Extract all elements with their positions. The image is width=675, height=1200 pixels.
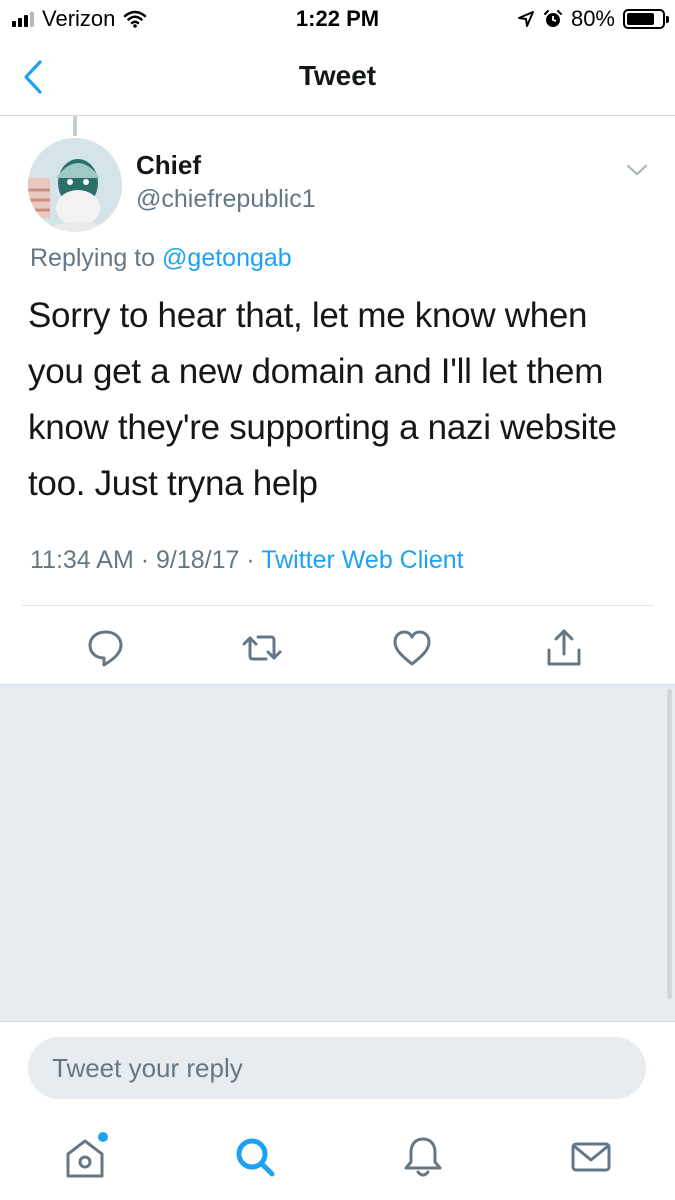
avatar[interactable] [28,138,122,232]
tweet-time: 11:34 AM [30,546,134,574]
tab-bar [0,1116,675,1200]
tweet-date: 9/18/17 [156,546,240,574]
nav-bar: Tweet [0,40,675,116]
replying-to: Replying to @getongab [30,244,292,273]
user-handle[interactable]: @chiefrepublic1 [136,185,316,214]
like-icon [393,630,431,666]
chevron-down-icon [626,164,648,176]
display-name[interactable]: Chief [136,150,201,181]
meta-separator: · [140,546,150,574]
notifications-icon [404,1137,442,1177]
tab-messages[interactable] [566,1132,616,1182]
meta-separator: · [246,546,255,574]
alarm-icon [543,10,562,27]
divider [22,605,654,606]
status-bar: Verizon 1:22 PM 80% [0,0,675,40]
tweet-client-link[interactable]: Twitter Web Client [261,546,463,574]
battery-fill [627,13,655,25]
tab-home[interactable] [60,1132,110,1182]
replies-area [0,684,675,1021]
tab-notifications[interactable] [398,1132,448,1182]
tweet-meta: 11:34 AM · 9/18/17 · Twitter Web Client [30,546,464,575]
retweet-button[interactable] [240,626,284,670]
reply-icon [88,630,123,667]
tab-search[interactable] [230,1132,280,1182]
tweet-text: Sorry to hear that, let me know when you… [28,296,617,503]
search-icon [236,1138,275,1177]
like-button[interactable] [390,626,434,670]
replying-prefix: Replying to [30,244,156,272]
location-icon [517,11,534,27]
messages-icon [571,1142,611,1172]
more-options-button[interactable] [622,158,652,182]
scrollbar[interactable] [667,689,672,999]
share-button[interactable] [542,626,586,670]
status-right: 80% [517,6,669,32]
tweet-actions [0,620,675,680]
page-title: Tweet [298,60,377,91]
thread-line [73,116,77,136]
reply-input[interactable] [28,1037,646,1099]
reply-mention-link[interactable]: @getongab [162,244,292,272]
battery-percent: 80% [570,6,615,31]
reply-button[interactable] [84,626,128,670]
retweet-icon [242,635,282,661]
battery-icon [623,9,669,29]
home-badge-dot [98,1132,108,1142]
share-icon [547,629,581,666]
reply-composer [0,1021,675,1116]
